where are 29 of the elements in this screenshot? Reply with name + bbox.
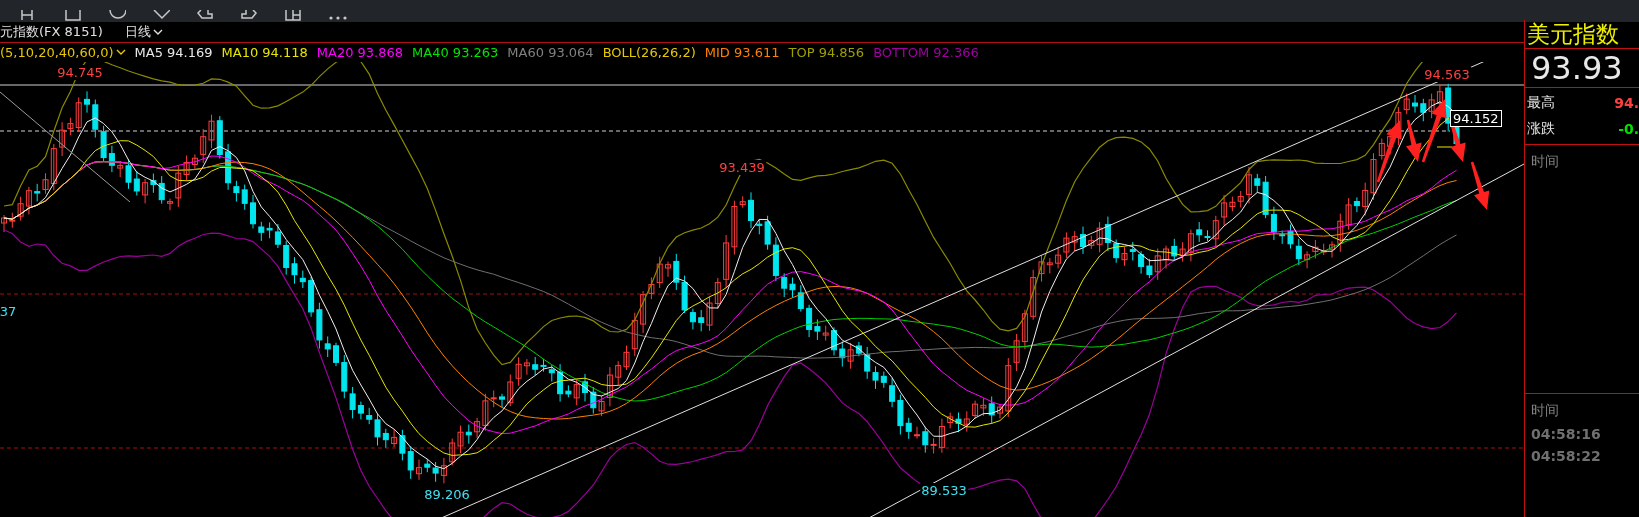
indicator-value: MID 93.611 — [704, 45, 780, 60]
section-label: 时间 — [1531, 153, 1560, 171]
indicator-value: MA10 94.118 — [221, 45, 308, 60]
period-dropdown[interactable]: 日线 — [124, 23, 163, 41]
quote-value: 94. — [1614, 95, 1639, 111]
axis-label: 37 — [0, 304, 18, 319]
symbol-title: 元指数(FX 8151) — [0, 23, 103, 41]
indicator-value: BOLL(26,26,2) — [602, 45, 696, 60]
instrument-name: 美元指数 — [1525, 20, 1639, 49]
price-label: 89.206 — [423, 487, 471, 502]
indicator-value: MA40 93.263 — [412, 45, 499, 60]
quote-label: 最高 — [1527, 94, 1555, 112]
time-value: 04:58:16 — [1531, 426, 1602, 442]
quote-label: 涨跌 — [1527, 120, 1555, 138]
indicator-value: TOP 94.856 — [788, 45, 865, 60]
price-label: 93.439 — [718, 160, 766, 175]
quote-value: -0. — [1618, 121, 1639, 137]
time-value: 04:58:22 — [1531, 448, 1602, 464]
price-label: 94.745 — [56, 65, 104, 80]
price-label: 94.563 — [1423, 67, 1471, 82]
indicator-value: MA60 93.064 — [507, 45, 594, 60]
indicator-value: MA5 94.169 — [134, 45, 213, 60]
last-price: 93.93 — [1525, 49, 1639, 88]
indicator-settings[interactable]: (5,10,20,40,60,0) — [0, 45, 126, 60]
indicator-value: BOTTOM 92.366 — [873, 45, 979, 60]
current-price-tag: 94.152 — [1450, 110, 1502, 127]
section-label: 时间 — [1531, 402, 1560, 420]
indicator-value: MA20 93.868 — [316, 45, 404, 60]
price-label: 89.533 — [920, 483, 968, 498]
